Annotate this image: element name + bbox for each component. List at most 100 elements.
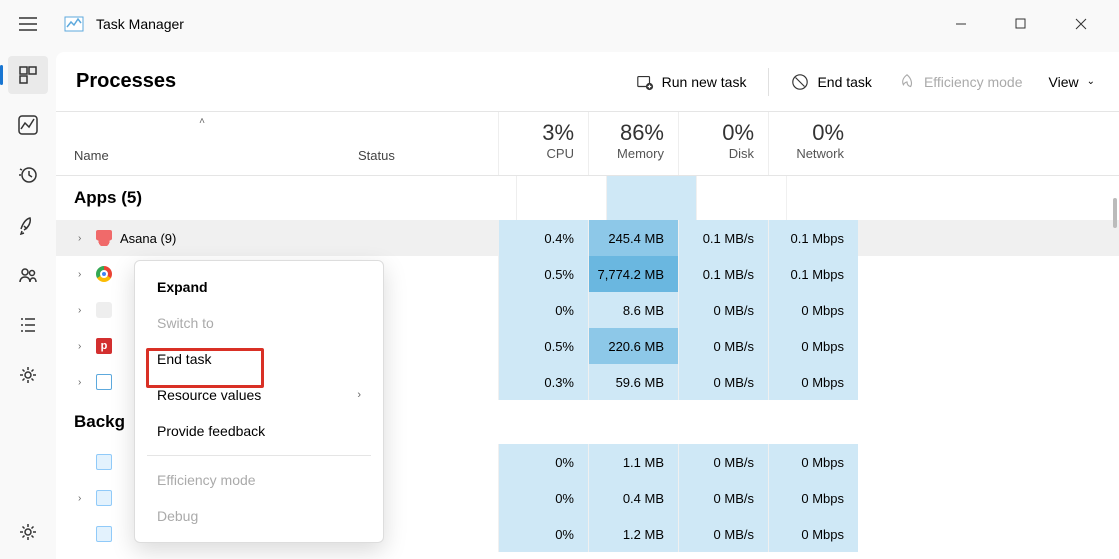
system-icon: [96, 490, 112, 506]
memory-cell: 0.4 MB: [588, 480, 678, 516]
context-debug: Debug: [135, 498, 383, 534]
run-new-task-label: Run new task: [662, 74, 747, 90]
column-name[interactable]: ˄ Name: [56, 112, 348, 175]
sidebar-performance[interactable]: [8, 106, 48, 144]
cpu-label: CPU: [499, 146, 574, 161]
startup-icon: [18, 215, 38, 235]
sidebar-users[interactable]: [8, 256, 48, 294]
expand-icon[interactable]: ›: [78, 341, 88, 352]
network-cell: 0.1 Mbps: [768, 220, 858, 256]
details-icon: [18, 315, 38, 335]
hamburger-menu-button[interactable]: [8, 4, 48, 44]
minimize-icon: [955, 18, 967, 30]
column-memory[interactable]: 86% Memory: [588, 112, 678, 175]
disk-cell: 0 MB/s: [678, 444, 768, 480]
memory-cell: 245.4 MB: [588, 220, 678, 256]
minimize-button[interactable]: [943, 8, 979, 40]
sidebar-processes[interactable]: [8, 56, 48, 94]
system-icon: [96, 454, 112, 470]
title-bar: Task Manager: [0, 0, 1119, 48]
services-icon: [18, 365, 38, 385]
sidebar-details[interactable]: [8, 306, 48, 344]
network-cell: 0 Mbps: [768, 480, 858, 516]
efficiency-mode-label: Efficiency mode: [924, 74, 1023, 90]
group-apps-label: Apps (5): [74, 188, 142, 208]
sidebar: [0, 48, 56, 559]
column-disk[interactable]: 0% Disk: [678, 112, 768, 175]
view-label: View: [1049, 74, 1079, 90]
cpu-percent: 3%: [499, 120, 574, 146]
cpu-cell: 0%: [498, 444, 588, 480]
disk-percent: 0%: [679, 120, 754, 146]
scrollbar-thumb[interactable]: [1113, 198, 1117, 228]
network-cell: 0 Mbps: [768, 516, 858, 552]
disk-cell: 0 MB/s: [678, 480, 768, 516]
network-label: Network: [769, 146, 844, 161]
processes-icon: [18, 65, 38, 85]
disk-cell: 0 MB/s: [678, 292, 768, 328]
context-provide-feedback[interactable]: Provide feedback: [135, 413, 383, 449]
disk-cell: 0.1 MB/s: [678, 256, 768, 292]
network-cell: 0 Mbps: [768, 444, 858, 480]
context-resource-values-label: Resource values: [157, 387, 261, 403]
network-cell: 0.1 Mbps: [768, 256, 858, 292]
cpu-cell: 0.5%: [498, 328, 588, 364]
cpu-cell: 0%: [498, 292, 588, 328]
view-button[interactable]: View ⌄: [1045, 68, 1099, 96]
process-row[interactable]: ›Asana (9) 0.4% 245.4 MB 0.1 MB/s 0.1 Mb…: [56, 220, 1119, 256]
efficiency-mode-button[interactable]: Efficiency mode: [894, 67, 1027, 97]
chrome-icon: [96, 266, 112, 282]
run-new-task-button[interactable]: Run new task: [632, 67, 751, 97]
efficiency-icon: [898, 73, 916, 91]
group-background-label: Backg: [74, 412, 125, 432]
end-task-label: End task: [817, 74, 871, 90]
column-status-label: Status: [358, 148, 395, 163]
memory-percent: 86%: [589, 120, 664, 146]
expand-icon[interactable]: ›: [78, 305, 88, 316]
group-apps[interactable]: Apps (5): [56, 176, 1119, 220]
column-status[interactable]: Status: [348, 112, 498, 175]
network-percent: 0%: [769, 120, 844, 146]
performance-icon: [18, 115, 38, 135]
sidebar-startup[interactable]: [8, 206, 48, 244]
column-network[interactable]: 0% Network: [768, 112, 858, 175]
users-icon: [18, 265, 38, 285]
column-cpu[interactable]: 3% CPU: [498, 112, 588, 175]
cpu-cell: 0.4%: [498, 220, 588, 256]
context-expand[interactable]: Expand: [135, 269, 383, 305]
memory-label: Memory: [589, 146, 664, 161]
memory-cell: 220.6 MB: [588, 328, 678, 364]
context-efficiency-mode: Efficiency mode: [135, 462, 383, 498]
expand-icon[interactable]: ›: [78, 233, 88, 244]
app-icon: [64, 14, 84, 34]
sidebar-app-history[interactable]: [8, 156, 48, 194]
expand-icon[interactable]: ›: [78, 377, 88, 388]
context-efficiency-mode-label: Efficiency mode: [157, 472, 256, 488]
toolbar: Processes Run new task End task Efficien…: [56, 52, 1119, 112]
disk-cell: 0 MB/s: [678, 516, 768, 552]
context-switch-to-label: Switch to: [157, 315, 214, 331]
window-title: Task Manager: [96, 16, 184, 32]
memory-cell: 59.6 MB: [588, 364, 678, 400]
sidebar-settings[interactable]: [8, 513, 48, 551]
maximize-button[interactable]: [1003, 8, 1039, 40]
close-button[interactable]: [1063, 8, 1099, 40]
expand-icon[interactable]: ›: [78, 493, 88, 504]
expand-icon[interactable]: ›: [78, 269, 88, 280]
system-icon: [96, 526, 112, 542]
context-end-task[interactable]: End task: [135, 341, 383, 377]
disk-cell: 0 MB/s: [678, 328, 768, 364]
context-end-task-label: End task: [157, 351, 211, 367]
cpu-cell: 0%: [498, 480, 588, 516]
context-debug-label: Debug: [157, 508, 198, 524]
table-header: ˄ Name Status 3% CPU 86% Memory 0% Disk …: [56, 112, 1119, 176]
sidebar-services[interactable]: [8, 356, 48, 394]
cpu-cell: 0%: [498, 516, 588, 552]
page-title: Processes: [76, 70, 176, 93]
context-menu: Expand Switch to End task Resource value…: [134, 260, 384, 543]
end-task-button[interactable]: End task: [787, 67, 875, 97]
network-cell: 0 Mbps: [768, 292, 858, 328]
task-manager-icon: [96, 374, 112, 390]
network-cell: 0 Mbps: [768, 364, 858, 400]
context-resource-values[interactable]: Resource values›: [135, 377, 383, 413]
